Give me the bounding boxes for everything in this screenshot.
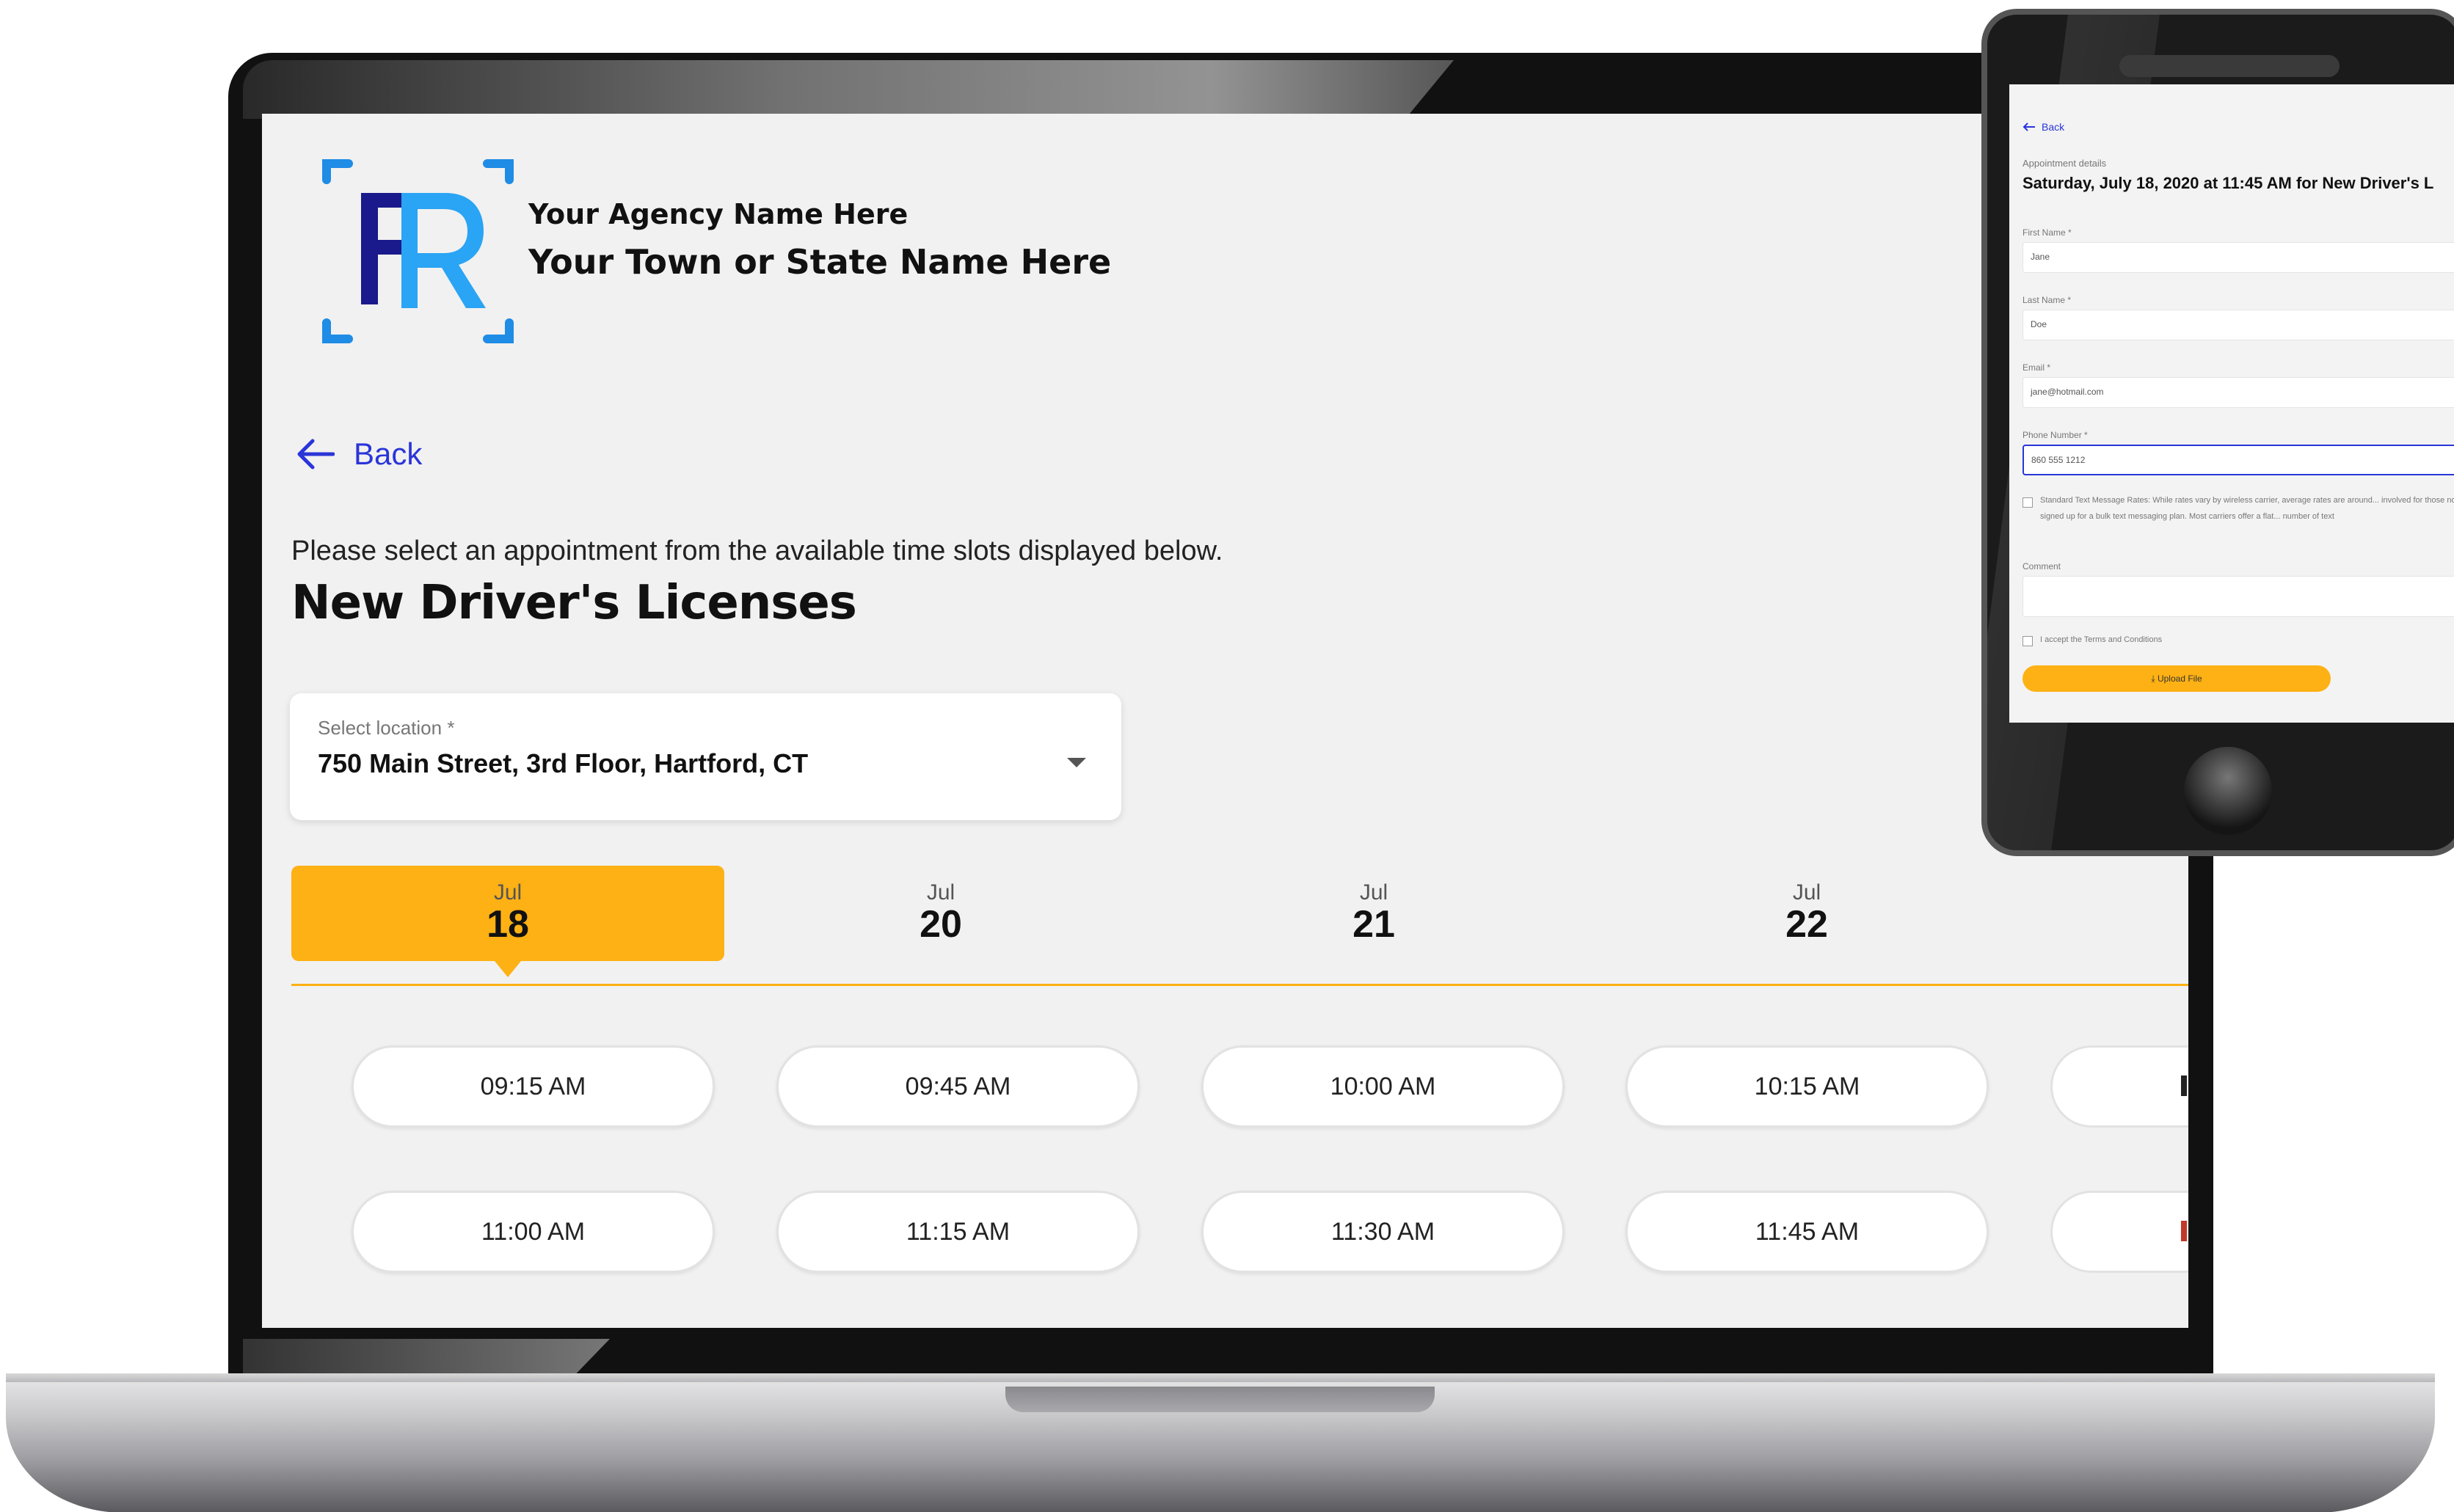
date-tab-jul-20[interactable]: Jul 20 bbox=[724, 866, 1157, 961]
time-slot-button-partial[interactable] bbox=[2050, 1191, 2188, 1273]
date-divider bbox=[291, 984, 2188, 986]
town-name: Your Town or State Name Here bbox=[528, 242, 1112, 282]
date-tabs: Jul 18 Jul 20 Jul 21 Jul 22 bbox=[291, 866, 2188, 983]
location-value: 750 Main Street, 3rd Floor, Hartford, CT bbox=[318, 748, 809, 778]
phone-frame: Back Appointment details Saturday, July … bbox=[1981, 9, 2454, 856]
agency-name: Your Agency Name Here bbox=[528, 198, 909, 230]
date-month: Jul bbox=[926, 880, 955, 905]
comment-field[interactable] bbox=[2022, 576, 2454, 617]
time-slot-button[interactable]: 10:00 AM bbox=[1201, 1045, 1565, 1128]
last-name-field[interactable]: Doe bbox=[2022, 310, 2454, 340]
lid-glare bbox=[243, 60, 1454, 119]
arrow-left-icon bbox=[297, 439, 335, 470]
appointment-details-label: Appointment details bbox=[2022, 158, 2107, 169]
terms-checkbox[interactable] bbox=[2022, 636, 2033, 646]
phone-number-field[interactable]: 860 555 1212 bbox=[2022, 445, 2454, 475]
date-tab-jul-18[interactable]: Jul 18 bbox=[291, 866, 724, 977]
date-tab-jul-21[interactable]: Jul 21 bbox=[1157, 866, 1590, 961]
terms-label: I accept the Terms and Conditions bbox=[2040, 635, 2163, 644]
first-name-label: First Name * bbox=[2022, 227, 2072, 238]
phone-number-label: Phone Number * bbox=[2022, 430, 2088, 440]
sms-consent-checkbox[interactable] bbox=[2022, 497, 2033, 508]
date-day: 21 bbox=[1352, 903, 1395, 946]
phone-screen: Back Appointment details Saturday, July … bbox=[2009, 84, 2454, 723]
date-day: 18 bbox=[487, 903, 529, 946]
time-slot-button[interactable]: 10:15 AM bbox=[1625, 1045, 1989, 1128]
email-label: Email * bbox=[2022, 362, 2051, 373]
time-slot-button[interactable]: 11:30 AM bbox=[1201, 1191, 1565, 1273]
email-field[interactable]: jane@hotmail.com bbox=[2022, 377, 2454, 408]
date-month: Jul bbox=[1792, 880, 1821, 905]
instructions-text: Please select an appointment from the av… bbox=[291, 536, 1223, 566]
comment-label: Comment bbox=[2022, 561, 2061, 571]
appointment-heading: Saturday, July 18, 2020 at 11:45 AM for … bbox=[2022, 174, 2434, 192]
upload-icon: ⤓ bbox=[2151, 673, 2158, 684]
slot-text-clipped bbox=[2181, 1075, 2187, 1096]
time-slot-button[interactable]: 11:00 AM bbox=[352, 1191, 715, 1273]
slot-text-clipped bbox=[2181, 1221, 2187, 1241]
back-link[interactable]: Back bbox=[296, 437, 422, 472]
location-label: Select location * bbox=[318, 717, 455, 739]
first-name-field[interactable]: Jane bbox=[2022, 242, 2454, 273]
date-day: 22 bbox=[1785, 903, 1828, 946]
laptop-screen: Your Agency Name Here Your Town or State… bbox=[262, 114, 2188, 1328]
time-slot-button[interactable]: 09:15 AM bbox=[352, 1045, 715, 1128]
time-slot-button[interactable]: 11:45 AM bbox=[1625, 1191, 1989, 1273]
upload-file-button[interactable]: ⤓ Upload File bbox=[2022, 665, 2331, 692]
date-day: 20 bbox=[920, 903, 962, 946]
laptop-hinge-notch bbox=[1005, 1387, 1435, 1412]
time-slot-button-partial[interactable] bbox=[2050, 1045, 2188, 1128]
date-month: Jul bbox=[1359, 880, 1388, 905]
last-name-label: Last Name * bbox=[2022, 295, 2072, 305]
date-tab-jul-22[interactable]: Jul 22 bbox=[1590, 866, 2023, 961]
chevron-down-icon bbox=[1067, 758, 1086, 767]
upload-label: Upload File bbox=[2157, 673, 2202, 684]
location-select[interactable]: Select location * 750 Main Street, 3rd F… bbox=[290, 693, 1121, 820]
time-slot-button[interactable]: 11:15 AM bbox=[776, 1191, 1140, 1273]
date-month: Jul bbox=[493, 880, 523, 905]
phone-back-label: Back bbox=[2042, 121, 2065, 133]
page-title: New Driver's Licenses bbox=[291, 576, 857, 630]
back-label: Back bbox=[354, 437, 423, 471]
time-slot-button[interactable]: 09:45 AM bbox=[776, 1045, 1140, 1128]
agency-logo bbox=[322, 159, 514, 343]
arrow-left-icon bbox=[2022, 123, 2035, 131]
phone-back-link[interactable]: Back bbox=[2022, 121, 2064, 133]
sms-rates-text: Standard Text Message Rates: While rates… bbox=[2040, 496, 2454, 521]
home-button[interactable] bbox=[2184, 747, 2272, 835]
phone-speaker bbox=[2119, 55, 2340, 77]
